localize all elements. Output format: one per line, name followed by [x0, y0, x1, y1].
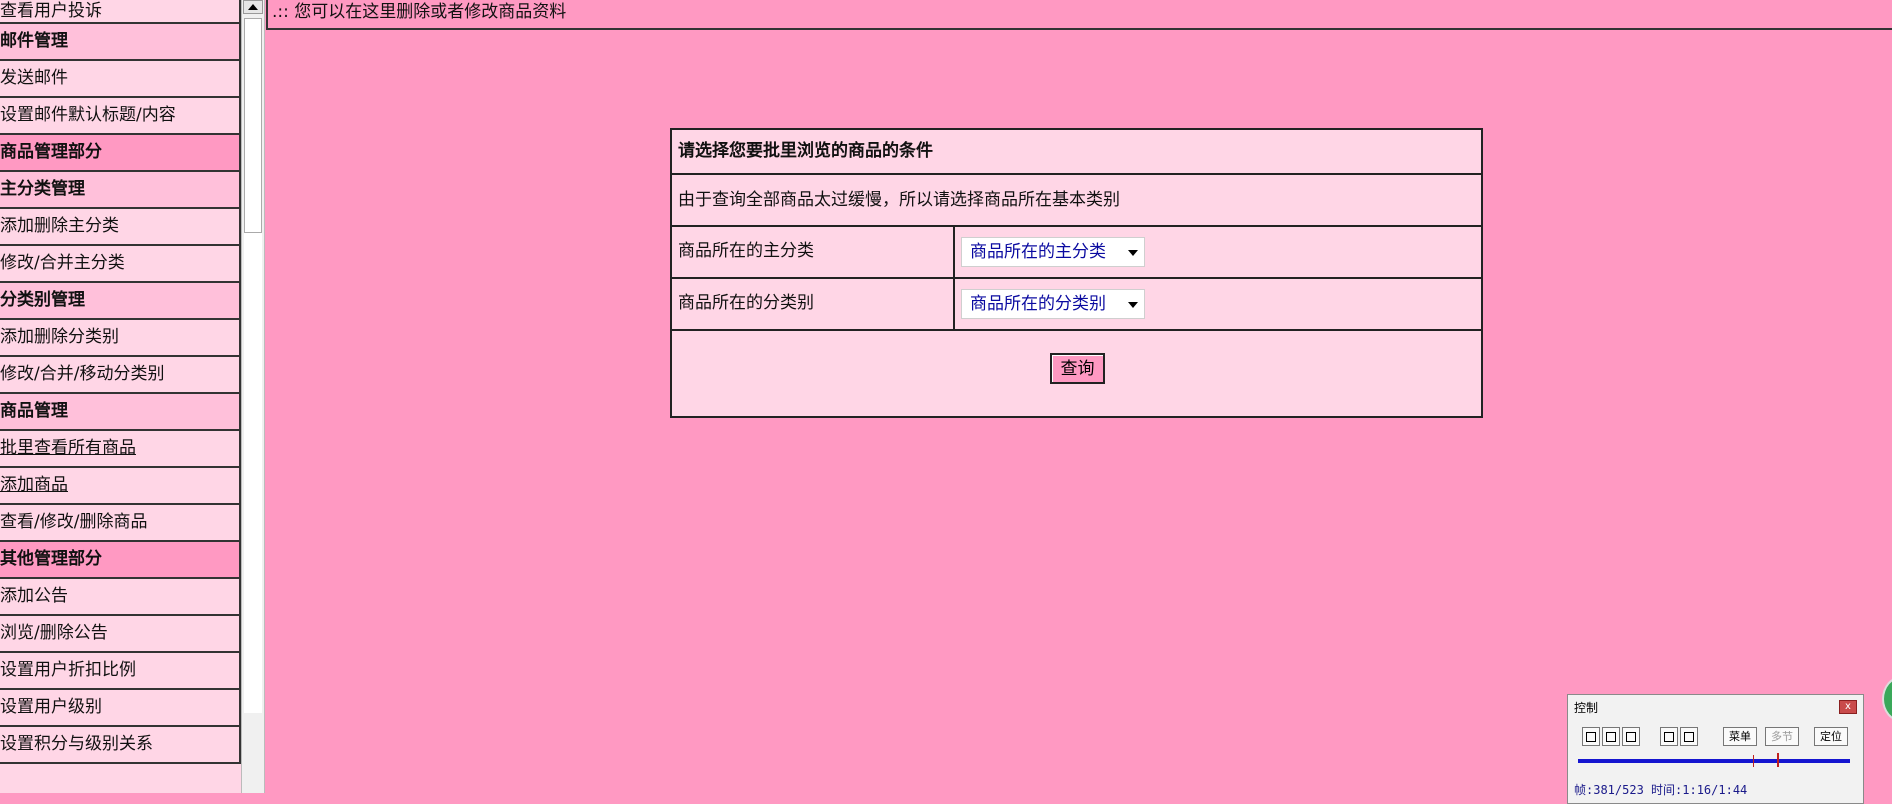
sidebar-header-sub-category: 分类别管理 — [0, 283, 241, 320]
form-note: 由于查询全部商品太过缓慢，所以请选择商品所在基本类别 — [672, 175, 1481, 225]
sidebar-section-products: 商品管理部分 — [0, 135, 241, 172]
sidebar-item-label: 邮件管理 — [0, 31, 68, 51]
sidebar-item-mail-defaults[interactable]: 设置邮件默认标题/内容 — [0, 98, 241, 135]
sidebar-item-view-complaints[interactable]: 查看用户投诉 — [0, 0, 241, 24]
chevron-down-icon — [1128, 302, 1138, 308]
chevron-down-icon — [1128, 250, 1138, 256]
sidebar-item-label: 主分类管理 — [0, 179, 85, 199]
main-category-select-value: 商品所在的主分类 — [970, 242, 1106, 262]
sidebar-scrollbar[interactable] — [241, 0, 265, 793]
sidebar-item-add-delete-main-category[interactable]: 添加删除主分类 — [0, 209, 241, 246]
sidebar-item-label: 修改/合并/移动分类别 — [0, 364, 165, 384]
progress-track[interactable] — [1578, 759, 1850, 763]
scroll-thumb[interactable] — [244, 18, 262, 233]
sidebar-item-label: 查看用户投诉 — [0, 1, 102, 21]
page-caption-text: .:: 您可以在这里删除或者修改商品资料 — [272, 2, 567, 22]
step-forward-icon[interactable] — [1622, 727, 1640, 746]
sidebar-item-label: 商品管理 — [0, 401, 68, 421]
sidebar-item-add-delete-sub-category[interactable]: 添加删除分类别 — [0, 320, 241, 357]
sidebar-item-add-product[interactable]: 添加商品 — [0, 468, 241, 505]
sidebar-item-label: 添加删除主分类 — [0, 216, 119, 236]
close-button[interactable]: x — [1839, 700, 1857, 714]
sidebar-item-label: 添加公告 — [0, 586, 68, 606]
sub-category-select-value: 商品所在的分类别 — [970, 294, 1106, 314]
form-title: 请选择您要批里浏览的商品的条件 — [672, 130, 1481, 173]
sidebar-item-label: 设置积分与级别关系 — [0, 734, 153, 754]
sidebar-item-batch-view-products[interactable]: 批里查看所有商品 — [0, 431, 241, 468]
sidebar-item-view-edit-delete-products[interactable]: 查看/修改/删除商品 — [0, 505, 241, 542]
query-form: 请选择您要批里浏览的商品的条件 由于查询全部商品太过缓慢，所以请选择商品所在基本… — [670, 128, 1483, 418]
sidebar-item-label: 商品管理部分 — [0, 142, 102, 162]
sidebar-item-label: 批里查看所有商品 — [0, 438, 136, 458]
sidebar-header-mail: 邮件管理 — [0, 24, 241, 61]
sidebar-item-label: 分类别管理 — [0, 290, 85, 310]
scroll-up-arrow-icon[interactable] — [243, 0, 263, 14]
menu-button[interactable]: 菜单 — [1723, 727, 1757, 746]
stop-icon[interactable] — [1602, 727, 1620, 746]
fit-window-icon[interactable] — [1660, 727, 1678, 746]
sidebar-item-user-level[interactable]: 设置用户级别 — [0, 690, 241, 727]
sidebar-item-send-mail[interactable]: 发送邮件 — [0, 61, 241, 98]
player-control-window: 控制 x 菜单 多节 定位 帧:381/523 时间:1:16/1:44 — [1567, 694, 1864, 804]
sidebar-item-label: 其他管理部分 — [0, 549, 102, 569]
sidebar-item-label: 发送邮件 — [0, 68, 68, 88]
locate-button[interactable]: 定位 — [1814, 727, 1848, 746]
sidebar-nav: 查看用户投诉 邮件管理 发送邮件 设置邮件默认标题/内容 商品管理部分 主分类管… — [0, 0, 241, 793]
play-pause-icon[interactable] — [1582, 727, 1600, 746]
sidebar-item-label: 添加删除分类别 — [0, 327, 119, 347]
sidebar-item-label: 设置邮件默认标题/内容 — [0, 105, 176, 125]
sub-category-label: 商品所在的分类别 — [672, 279, 955, 329]
scroll-track[interactable] — [244, 233, 262, 713]
progress-playhead[interactable] — [1777, 753, 1779, 767]
sidebar-item-add-announcement[interactable]: 添加公告 — [0, 579, 241, 616]
fullscreen-icon[interactable] — [1680, 727, 1698, 746]
scroll-track-end — [244, 713, 262, 793]
sidebar-item-label: 设置用户级别 — [0, 697, 102, 717]
sidebar-item-points-level[interactable]: 设置积分与级别关系 — [0, 727, 241, 764]
page-caption: .:: 您可以在这里删除或者修改商品资料 — [266, 0, 1892, 30]
sidebar-header-product-management: 商品管理 — [0, 394, 241, 431]
sidebar-item-user-discount[interactable]: 设置用户折扣比例 — [0, 653, 241, 690]
sidebar-item-label: 查看/修改/删除商品 — [0, 512, 148, 532]
main-category-label: 商品所在的主分类 — [672, 227, 955, 277]
sidebar-item-label: 添加商品 — [0, 475, 68, 495]
multi-section-button: 多节 — [1765, 727, 1799, 746]
sub-category-select[interactable]: 商品所在的分类别 — [961, 289, 1145, 319]
main-category-select[interactable]: 商品所在的主分类 — [961, 237, 1145, 267]
sidebar-item-label: 浏览/删除公告 — [0, 623, 108, 643]
playback-status: 帧:381/523 时间:1:16/1:44 — [1574, 783, 1748, 797]
sidebar-item-edit-merge-main-category[interactable]: 修改/合并主分类 — [0, 246, 241, 283]
floating-action-button[interactable] — [1882, 676, 1892, 722]
sidebar-header-main-category: 主分类管理 — [0, 172, 241, 209]
sidebar-item-browse-delete-announcements[interactable]: 浏览/删除公告 — [0, 616, 241, 653]
sidebar-item-edit-merge-move-sub-category[interactable]: 修改/合并/移动分类别 — [0, 357, 241, 394]
sidebar-item-label: 设置用户折扣比例 — [0, 660, 136, 680]
progress-marker — [1753, 755, 1754, 767]
query-button[interactable]: 查询 — [1050, 353, 1105, 384]
sidebar-section-other: 其他管理部分 — [0, 542, 241, 579]
control-window-title: 控制 — [1574, 701, 1599, 715]
sidebar-item-label: 修改/合并主分类 — [0, 253, 125, 273]
